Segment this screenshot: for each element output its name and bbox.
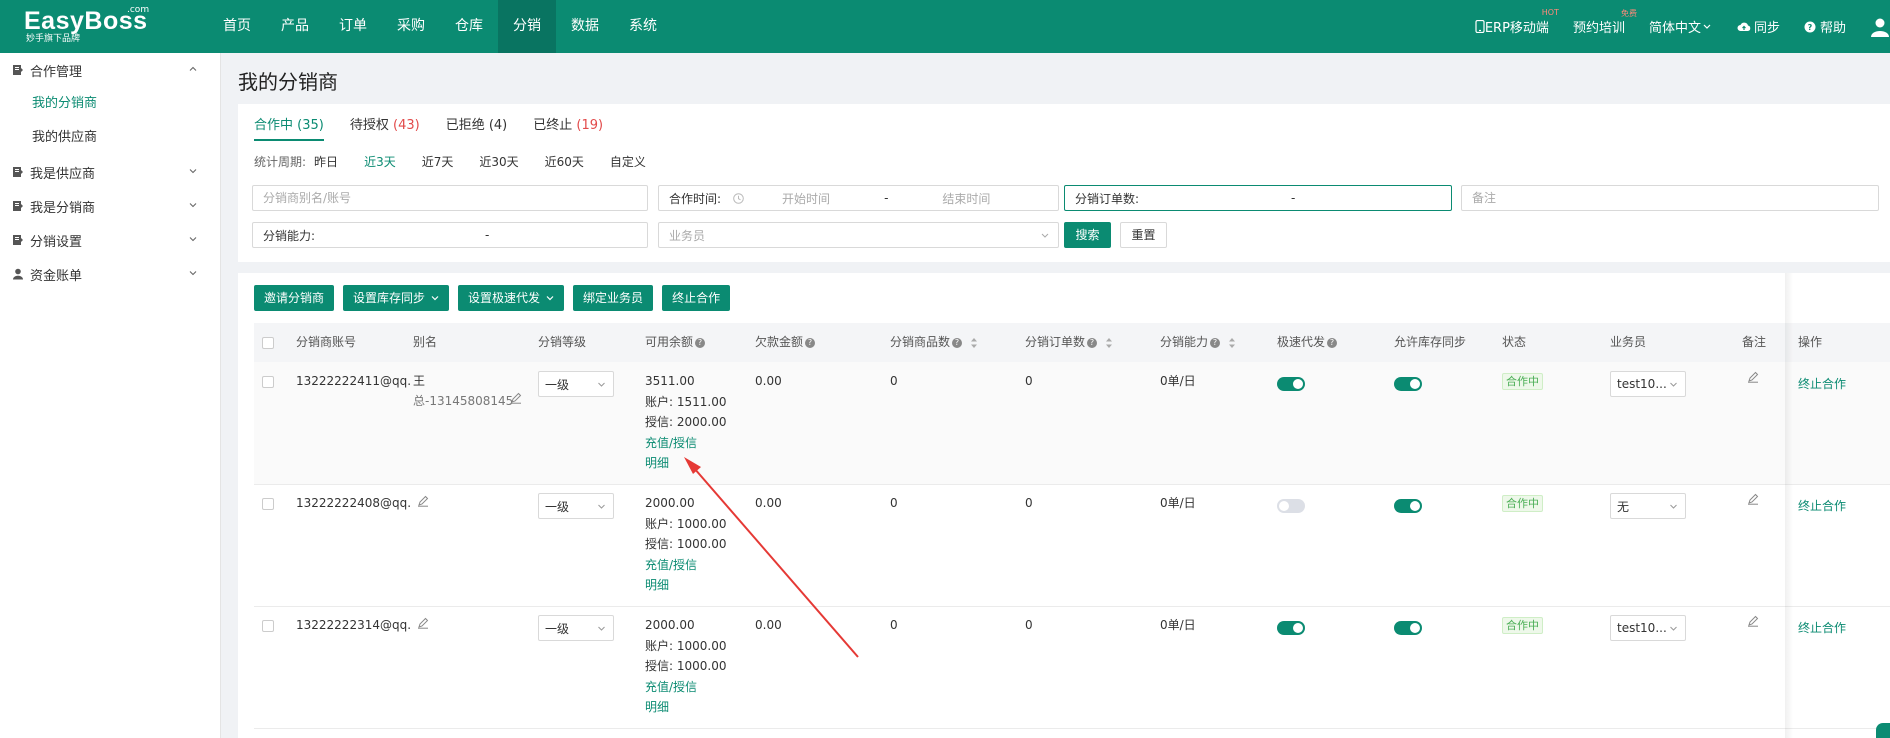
scrollbar-thumb[interactable] [1876,723,1890,738]
annotation-arrow [684,457,859,658]
